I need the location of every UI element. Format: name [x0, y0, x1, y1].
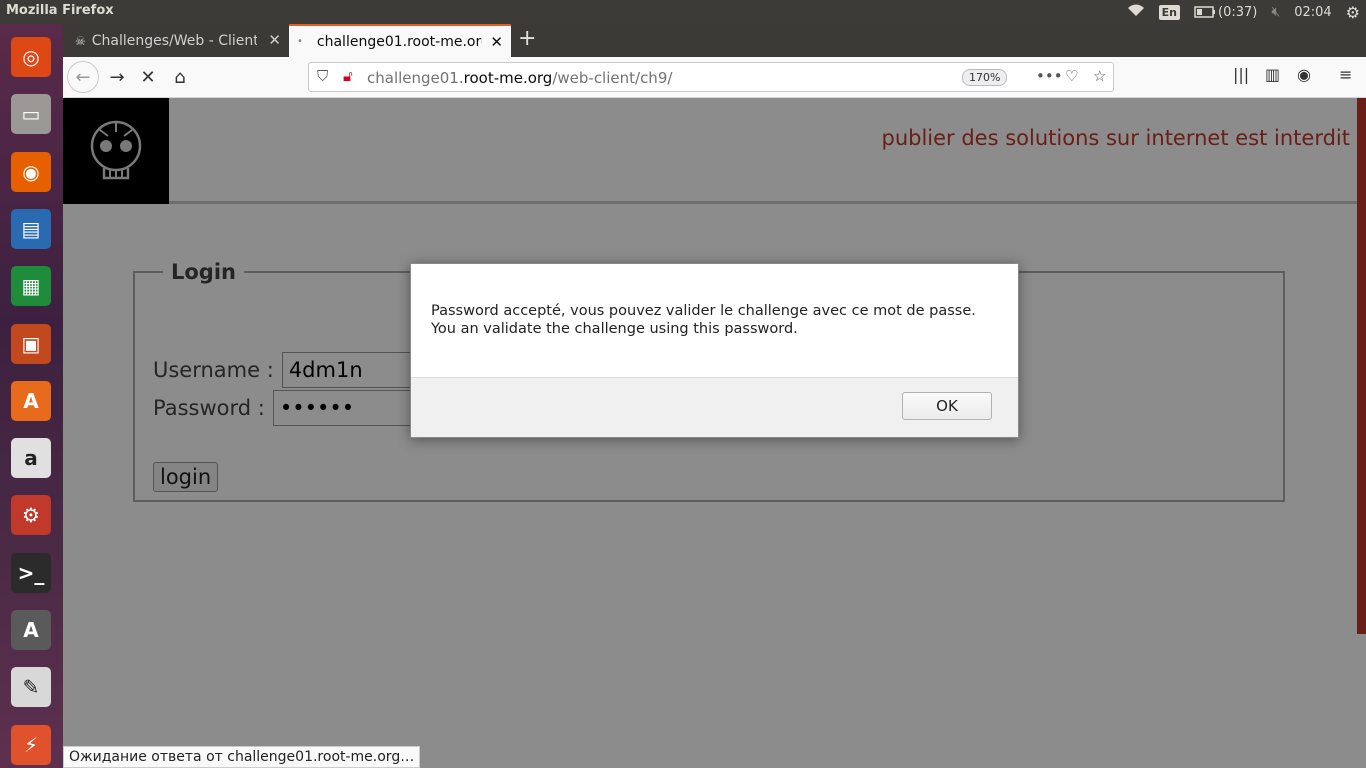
launcher-software-center[interactable]: A	[6, 376, 56, 426]
clock[interactable]: 02:04	[1294, 5, 1331, 20]
tab-challenge01[interactable]: • challenge01.root-me.org ✕	[289, 24, 511, 57]
system-gear-icon[interactable]: ⚙	[1346, 3, 1360, 22]
new-tab-plus-icon[interactable]: +	[518, 26, 536, 51]
page-actions-icon[interactable]: •••	[1036, 67, 1063, 85]
launcher-ubuntu-dash[interactable]: ◎	[6, 32, 56, 82]
launcher-firefox[interactable]: ◉	[6, 147, 56, 197]
menu-icon[interactable]: ≡	[1339, 65, 1352, 84]
back-button[interactable]: ←	[67, 61, 99, 93]
close-tab-icon[interactable]: ✕	[268, 31, 281, 49]
terminal-icon: >_	[11, 552, 51, 593]
url-text[interactable]: challenge01.root-me.org/web-client/ch9/	[367, 69, 672, 87]
ubuntu-dash-icon: ◎	[11, 37, 51, 77]
dialog-footer: OK	[411, 377, 1018, 437]
dialog-line-french: Password accepté, vous pouvez valider le…	[431, 303, 976, 319]
close-tab-icon[interactable]: ✕	[490, 33, 503, 51]
window-title: Mozilla Firefox	[6, 3, 114, 18]
alert-dialog: Password accepté, vous pouvez valider le…	[410, 263, 1019, 438]
navigation-toolbar: ← → ✕ ⌂ ⛉ 🔓︎ challenge01.root-me.org/web…	[63, 57, 1366, 98]
tab-challenges[interactable]: ☠ Challenges/Web - Client ✕	[69, 24, 289, 57]
settings-icon: ⚙	[11, 495, 51, 536]
keyboard-layout-indicator[interactable]: En	[1158, 4, 1181, 20]
dialog-message: Password accepté, vous pouvez valider le…	[431, 302, 976, 338]
volume-muted-icon[interactable]: 🔇︎	[1271, 4, 1280, 20]
skull-favicon-icon: ☠	[75, 33, 86, 48]
unity-launcher: ◎ ▭ ◉ ▤ ▦ ▣ Aa ⚙ >_ A ✎ ⚡	[0, 24, 63, 768]
launcher-impress[interactable]: ▣	[6, 319, 56, 369]
ok-button[interactable]: OK	[902, 392, 992, 420]
url-bar[interactable]: ⛉ 🔓︎ challenge01.root-me.org/web-client/…	[308, 62, 1114, 92]
firefox-icon: ◉	[11, 151, 51, 192]
impress-icon: ▣	[11, 323, 51, 364]
launcher-amazon[interactable]: a	[6, 433, 56, 483]
top-panel: Mozilla Firefox En (0:37) 🔇︎ 02:04 ⚙	[0, 0, 1366, 24]
launcher-settings[interactable]: ⚙	[6, 490, 56, 540]
tab-label: challenge01.root-me.org	[316, 33, 482, 50]
launcher-writer[interactable]: ▤	[6, 204, 56, 254]
shield-icon[interactable]: ⛉	[317, 67, 328, 85]
insecure-lock-icon[interactable]: 🔓︎	[343, 67, 353, 85]
tab-bar: ☠ Challenges/Web - Client ✕ • challenge0…	[63, 24, 1366, 57]
tab-label: Challenges/Web - Client	[91, 32, 257, 49]
wifi-icon[interactable]	[1127, 3, 1145, 21]
launcher-files[interactable]: ▭	[6, 89, 56, 139]
launcher-terminal[interactable]: >_	[6, 548, 56, 598]
account-icon[interactable]: ◉	[1297, 65, 1311, 84]
files-icon: ▭	[11, 94, 51, 135]
updater-icon: A	[11, 610, 51, 650]
battery-time: (0:37)	[1218, 4, 1258, 20]
launcher-updater[interactable]: A	[6, 605, 56, 655]
software-center-icon: A	[11, 380, 51, 421]
forward-button[interactable]: →	[103, 63, 131, 91]
sidebar-icon[interactable]: ▥	[1265, 65, 1280, 84]
pocket-icon[interactable]: ♡	[1065, 67, 1078, 85]
launcher-calc[interactable]: ▦	[6, 261, 56, 311]
text-editor-icon: ✎	[11, 667, 51, 708]
library-icon[interactable]: |||	[1233, 65, 1249, 84]
system-tray: En (0:37) 🔇︎ 02:04 ⚙	[1127, 0, 1366, 24]
home-icon[interactable]: ⌂	[166, 63, 194, 91]
zoom-indicator[interactable]: 170%	[962, 69, 1008, 86]
bookmark-star-icon[interactable]: ☆	[1093, 67, 1106, 85]
stop-button[interactable]: ✕	[134, 63, 162, 91]
launcher-dev-app[interactable]: ⚡	[6, 720, 56, 768]
status-panel: Ожидание ответа от challenge01.root-me.o…	[63, 746, 421, 768]
loading-dot-icon: •	[297, 36, 303, 47]
battery-icon[interactable]: (0:37)	[1194, 5, 1257, 20]
calc-icon: ▦	[11, 266, 51, 307]
writer-icon: ▤	[11, 208, 51, 249]
dialog-line-english: You an validate the challenge using this…	[431, 321, 798, 337]
amazon-icon: a	[11, 438, 51, 479]
dev-app-icon: ⚡	[11, 724, 51, 765]
launcher-text-editor[interactable]: ✎	[6, 662, 56, 712]
